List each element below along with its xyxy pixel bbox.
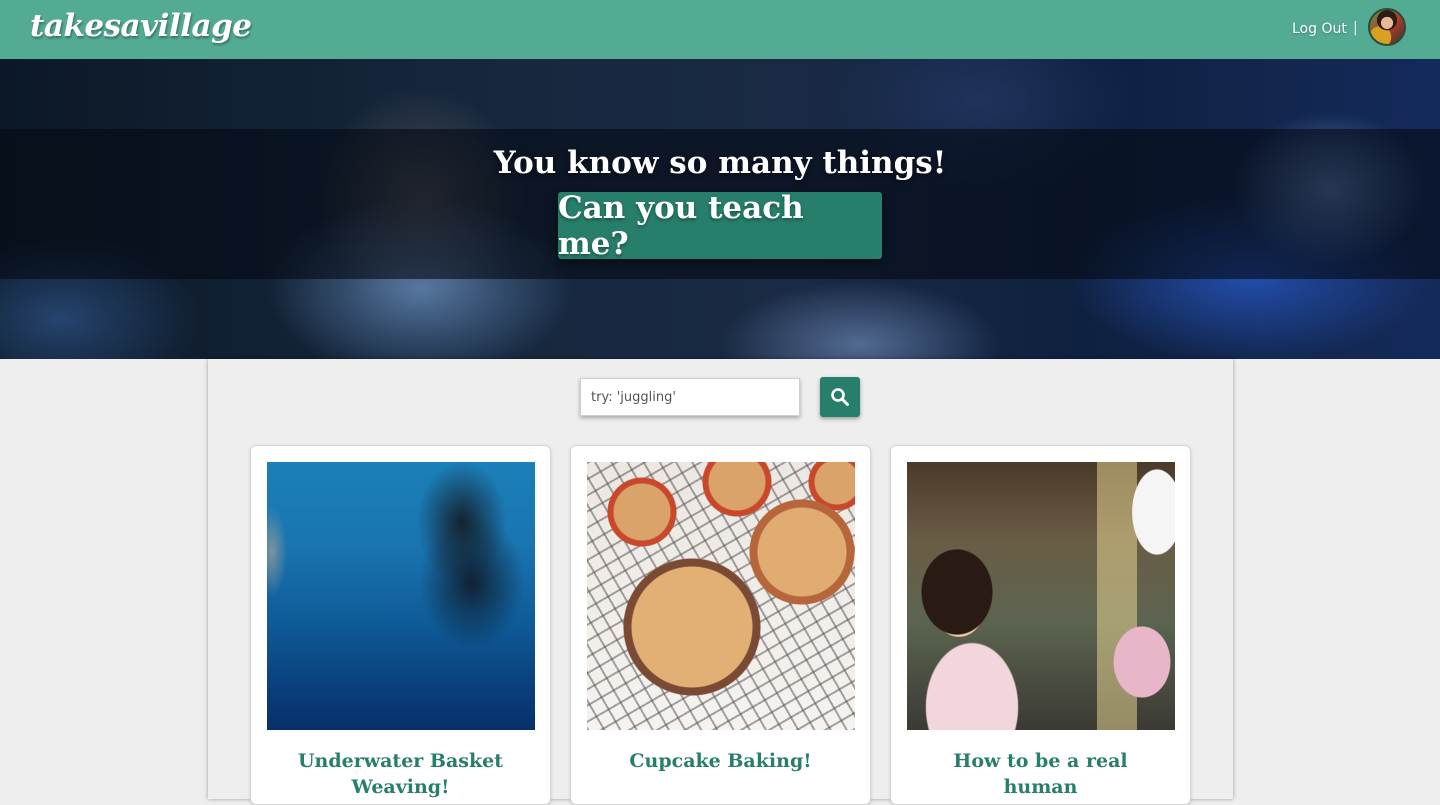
course-card[interactable]: Cupcake Baking! bbox=[570, 445, 871, 805]
girl-and-robot-photo bbox=[907, 462, 1175, 730]
hero-banner: You know so many things! Can you teach m… bbox=[0, 59, 1440, 359]
top-nav-bar: takesavillage Log Out | bbox=[0, 0, 1440, 59]
scuba-diver-photo bbox=[267, 462, 535, 730]
site-logo[interactable]: takesavillage bbox=[30, 8, 252, 44]
course-card-title: How to be a real human bbox=[953, 750, 1128, 798]
course-card[interactable]: Underwater Basket Weaving! bbox=[250, 445, 551, 805]
teach-me-button[interactable]: Can you teach me? bbox=[558, 190, 882, 262]
course-card-title: Cupcake Baking! bbox=[629, 750, 812, 772]
search-button[interactable] bbox=[820, 377, 860, 417]
hero-title: You know so many things! bbox=[493, 145, 947, 181]
blueberry-muffins-photo bbox=[587, 462, 855, 730]
user-avatar[interactable] bbox=[1368, 8, 1406, 46]
course-card[interactable]: How to be a real human bbox=[890, 445, 1191, 805]
course-card-title: Underwater Basket Weaving! bbox=[297, 750, 504, 798]
nav-separator: | bbox=[1353, 20, 1358, 36]
search-input[interactable] bbox=[580, 378, 800, 416]
logout-link[interactable]: Log Out bbox=[1292, 21, 1347, 37]
search-icon bbox=[831, 388, 849, 406]
